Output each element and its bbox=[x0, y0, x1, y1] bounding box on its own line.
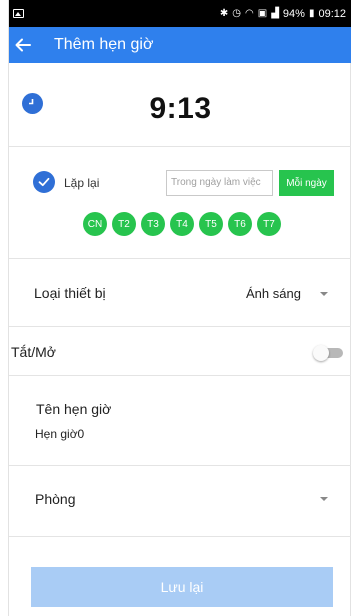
status-bar: ✱ ◷ ◠ ▣ ▟ 94% ▮ 09:12 bbox=[9, 0, 351, 27]
back-button[interactable] bbox=[11, 33, 35, 57]
battery-icon: ▮ bbox=[308, 8, 315, 19]
page-title: Thêm hẹn giờ bbox=[54, 36, 154, 53]
day-selector: CN T2 T3 T4 T5 T6 T7 bbox=[83, 212, 281, 236]
toggle-knob bbox=[313, 345, 329, 361]
dropdown-caret-icon[interactable] bbox=[320, 292, 328, 296]
alarm-icon: ◷ bbox=[232, 8, 242, 19]
divider bbox=[9, 465, 351, 466]
app-bar: Thêm hẹn giờ bbox=[9, 27, 351, 63]
divider bbox=[9, 326, 351, 327]
signal-icon: ▟ bbox=[271, 8, 279, 19]
on-off-toggle[interactable] bbox=[313, 345, 343, 361]
day-friday[interactable]: T6 bbox=[228, 212, 252, 236]
timer-name-input[interactable]: Hẹn giờ0 bbox=[35, 427, 84, 441]
gallery-notification-icon bbox=[13, 9, 24, 18]
repeat-checkbox[interactable] bbox=[33, 171, 55, 193]
arrow-left-icon bbox=[15, 38, 31, 52]
app-screen: ✱ ◷ ◠ ▣ ▟ 94% ▮ 09:12 Thêm hẹn giờ 9:13 … bbox=[8, 0, 351, 616]
timer-name-label: Tên hẹn giờ bbox=[36, 401, 112, 417]
time-display[interactable]: 9:13 bbox=[9, 92, 351, 126]
nfc-icon: ▣ bbox=[257, 8, 268, 19]
checkmark-icon bbox=[38, 177, 50, 187]
device-type-value[interactable]: Ánh sáng bbox=[246, 286, 301, 301]
divider bbox=[9, 258, 351, 259]
on-off-label: Tắt/Mở bbox=[11, 344, 56, 360]
day-thursday[interactable]: T5 bbox=[199, 212, 223, 236]
divider bbox=[9, 375, 351, 376]
day-wednesday[interactable]: T4 bbox=[170, 212, 194, 236]
day-monday[interactable]: T2 bbox=[112, 212, 136, 236]
day-tuesday[interactable]: T3 bbox=[141, 212, 165, 236]
room-label: Phòng bbox=[35, 491, 76, 507]
day-sunday[interactable]: CN bbox=[83, 212, 107, 236]
divider bbox=[9, 536, 351, 537]
room-dropdown-caret-icon[interactable] bbox=[320, 497, 328, 501]
day-saturday[interactable]: T7 bbox=[257, 212, 281, 236]
repeat-label: Lặp lại bbox=[64, 176, 100, 190]
device-type-label: Loại thiết bị bbox=[34, 285, 106, 301]
everyday-button[interactable]: Mỗi ngày bbox=[279, 170, 334, 196]
save-button[interactable]: Lưu lại bbox=[31, 567, 333, 607]
bluetooth-icon: ✱ bbox=[219, 8, 229, 19]
status-time: 09:12 bbox=[318, 7, 346, 20]
wifi-icon: ◠ bbox=[245, 8, 254, 19]
battery-percent: 94% bbox=[282, 7, 305, 20]
divider bbox=[9, 146, 351, 147]
weekdays-option[interactable]: Trong ngày làm việc bbox=[166, 170, 273, 196]
